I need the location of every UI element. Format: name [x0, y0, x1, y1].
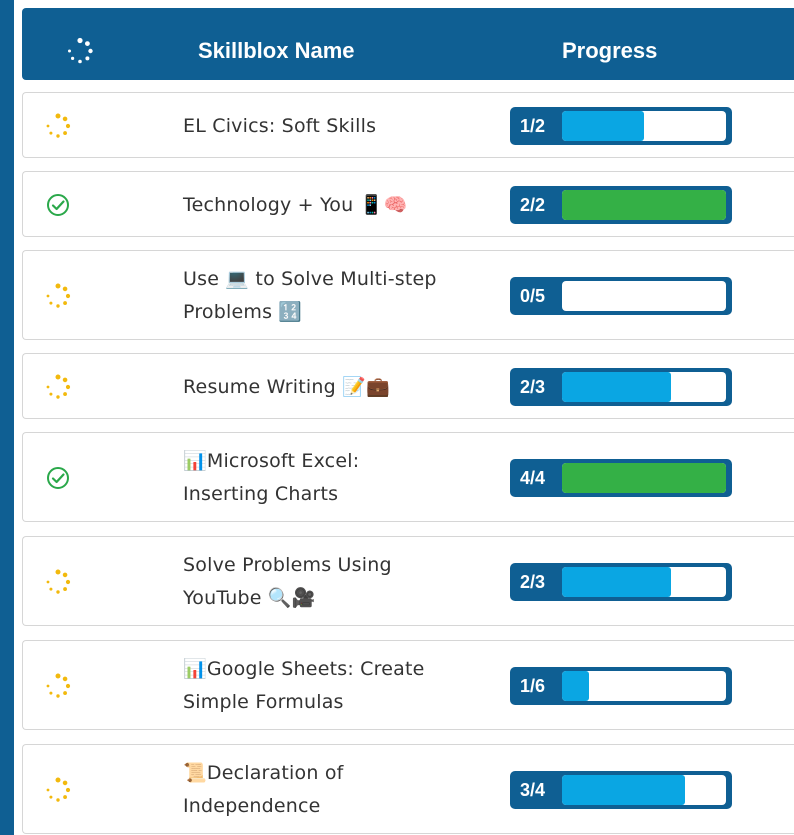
- progress-bar: 1/6: [510, 667, 732, 705]
- skillblox-name[interactable]: Technology + You 📱🧠: [183, 189, 483, 222]
- check-circle-icon: [47, 194, 69, 216]
- progress-fill: [562, 372, 672, 402]
- skillblox-name-line: Use 💻 to Solve Multi-step: [183, 268, 437, 290]
- skillblox-name-line: Simple Formulas: [183, 691, 344, 713]
- progress-bar: 2/2: [510, 186, 732, 224]
- progress-fill: [562, 190, 726, 220]
- progress-count: 2/3: [520, 572, 546, 592]
- progress-count: 1/2: [520, 116, 546, 136]
- skillblox-name-line: Technology + You 📱🧠: [183, 193, 408, 216]
- progress-bar: 1/2: [510, 107, 732, 145]
- progress-bar: 2/3: [510, 563, 732, 601]
- spinner-icon: [46, 113, 71, 138]
- progress-fill: [562, 111, 644, 141]
- skillblox-panel: Skillblox Name Progress EL Civics: Soft …: [14, 0, 794, 835]
- skillblox-row[interactable]: 📊Google Sheets: Create Simple Formulas 1/6: [22, 640, 794, 730]
- progress-track: [562, 281, 726, 311]
- skillblox-name-line: Solve Problems Using: [183, 554, 392, 576]
- skillblox-name-line: 📊Microsoft Excel:: [183, 450, 360, 472]
- skillblox-name-line: YouTube 🔍🎥: [183, 587, 316, 609]
- progress-count: 3/4: [520, 780, 546, 800]
- progress-count: 4/4: [520, 468, 546, 488]
- skillblox-row[interactable]: EL Civics: Soft Skills 1/2: [22, 92, 794, 158]
- progress-track: [562, 190, 726, 220]
- skillblox-row[interactable]: Solve Problems Using YouTube 🔍🎥 2/3: [22, 536, 794, 626]
- spinner-icon: [46, 374, 71, 399]
- skillblox-name-line: EL Civics: Soft Skills: [183, 114, 377, 137]
- progress-track: [562, 671, 726, 701]
- skillblox-name[interactable]: 📊Microsoft Excel: Inserting Charts: [183, 445, 483, 511]
- progress-bar: 3/4: [510, 771, 732, 809]
- skillblox-name[interactable]: Resume Writing 📝💼: [183, 371, 483, 404]
- progress-track: [562, 372, 726, 402]
- progress-bar: 4/4: [510, 459, 732, 497]
- progress-count: 0/5: [520, 286, 546, 306]
- skillblox-name[interactable]: 📜Declaration of Independence: [183, 757, 483, 823]
- skillblox-row[interactable]: Use 💻 to Solve Multi-step Problems 🔢 0/5: [22, 250, 794, 340]
- progress-fill: [562, 463, 726, 493]
- spinner-icon: [46, 283, 71, 308]
- check-circle-icon: [47, 467, 69, 489]
- progress-track: [562, 775, 726, 805]
- skillblox-name[interactable]: EL Civics: Soft Skills: [183, 110, 483, 143]
- progress-count: 1/6: [520, 676, 546, 696]
- skillblox-name-line: 📜Declaration of: [183, 762, 344, 784]
- progress-bar: 0/5: [510, 277, 732, 315]
- skillblox-list: EL Civics: Soft Skills 1/2 Technology + Yo…: [14, 0, 794, 835]
- spinner-icon: [46, 777, 71, 802]
- progress-track: [562, 111, 726, 141]
- progress-fill: [562, 671, 590, 701]
- skillblox-name[interactable]: Solve Problems Using YouTube 🔍🎥: [183, 549, 483, 615]
- skillblox-name-line: 📊Google Sheets: Create: [183, 658, 425, 680]
- skillblox-row[interactable]: 📜Declaration of Independence 3/4: [22, 744, 794, 834]
- spinner-icon: [46, 569, 71, 594]
- skillblox-name[interactable]: 📊Google Sheets: Create Simple Formulas: [183, 653, 483, 719]
- skillblox-name-line: Independence: [183, 795, 321, 817]
- progress-fill: [562, 567, 672, 597]
- progress-track: [562, 567, 726, 597]
- skillblox-name[interactable]: Use 💻 to Solve Multi-step Problems 🔢: [183, 263, 483, 329]
- progress-bar: 2/3: [510, 368, 732, 406]
- skillblox-row[interactable]: Resume Writing 📝💼 2/3: [22, 353, 794, 419]
- skillblox-row[interactable]: Technology + You 📱🧠 2/2: [22, 171, 794, 237]
- progress-count: 2/2: [520, 195, 546, 215]
- spinner-icon: [46, 673, 71, 698]
- progress-fill: [562, 775, 685, 805]
- progress-track: [562, 463, 726, 493]
- skillblox-name-line: Resume Writing 📝💼: [183, 375, 390, 398]
- progress-count: 2/3: [520, 377, 546, 397]
- skillblox-name-line: Inserting Charts: [183, 483, 339, 505]
- skillblox-name-line: Problems 🔢: [183, 301, 303, 323]
- skillblox-row[interactable]: 📊Microsoft Excel: Inserting Charts 4/4: [22, 432, 794, 522]
